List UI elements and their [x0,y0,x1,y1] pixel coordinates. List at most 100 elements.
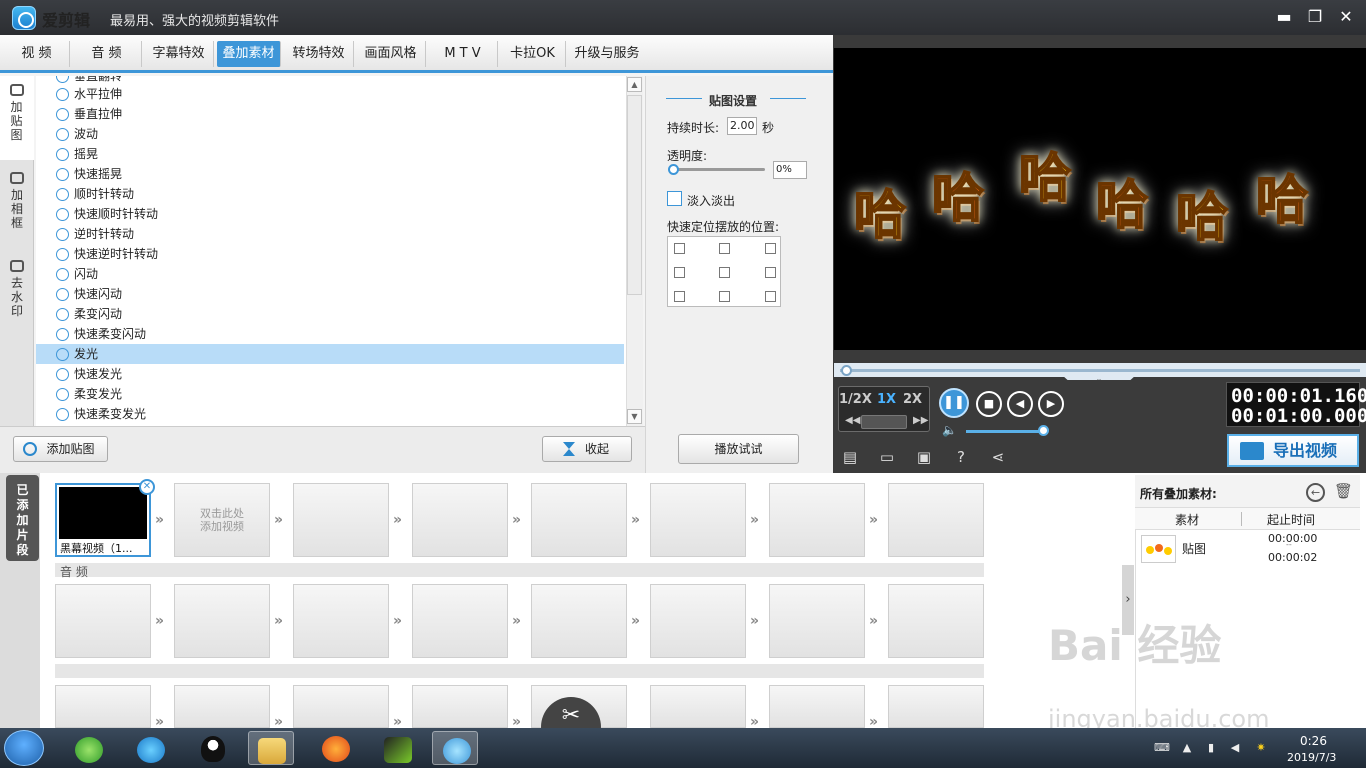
empty-clip-slot[interactable] [769,483,865,557]
volume-knob[interactable] [1038,425,1049,436]
position-bottom-center[interactable] [719,291,730,302]
track-slot[interactable] [293,685,389,728]
position-bottom-right[interactable] [765,291,776,302]
audio-slot[interactable] [888,584,984,658]
list-item[interactable]: 顺时针转动 [36,184,624,204]
list-item[interactable]: 逆时针转动 [36,224,624,244]
track-slot[interactable] [412,685,508,728]
stop-button[interactable]: ■ [976,391,1002,417]
list-item[interactable]: 快速发光 [36,364,624,384]
position-top-right[interactable] [765,243,776,254]
speed-double[interactable]: 2X [903,392,922,407]
preview-test-button[interactable]: 播放试试 [678,434,799,464]
new-project-icon[interactable]: ▤ [841,448,859,466]
audio-slot[interactable] [769,584,865,658]
track-slot[interactable] [55,685,151,728]
taskbar-app-firefox[interactable] [313,731,359,765]
list-item[interactable]: 波动 [36,124,624,144]
speaker-icon[interactable]: ◀ [1228,741,1242,755]
notification-icon[interactable]: ✷ [1254,741,1268,755]
track-slot[interactable] [769,685,865,728]
list-item[interactable]: 水平拉伸 [36,84,624,104]
position-middle-left[interactable] [674,267,685,278]
progress-knob[interactable] [841,365,852,376]
empty-clip-slot[interactable] [888,483,984,557]
clock-date[interactable]: 2019/7/3 [1287,751,1336,764]
audio-slot[interactable] [55,584,151,658]
list-item[interactable]: 快速柔变闪动 [36,324,624,344]
list-item[interactable]: 快速柔变发光 [36,404,624,424]
pause-button[interactable]: ❚❚ [939,388,969,418]
volume-icon[interactable]: 🔈 [942,423,957,437]
scroll-thumb[interactable] [627,95,642,295]
keyboard-icon[interactable]: ⌨ [1154,741,1170,755]
help-icon[interactable]: ? [952,448,970,466]
track-slot[interactable] [888,685,984,728]
list-item[interactable]: 垂直拉伸 [36,104,624,124]
list-item[interactable]: 快速摇晃 [36,164,624,184]
taskbar-app-player[interactable] [375,731,421,765]
opacity-input[interactable]: 0% [773,161,807,179]
position-top-center[interactable] [719,243,730,254]
taskbar-app-qq[interactable] [190,731,236,765]
list-item[interactable]: 闪动 [36,264,624,284]
tab-upgrade-services[interactable]: 升级与服务 [568,41,646,67]
audio-slot[interactable] [412,584,508,658]
list-item[interactable]: 摇晃 [36,144,624,164]
empty-clip-slot[interactable] [531,483,627,557]
start-button[interactable] [4,730,44,766]
maximize-button[interactable]: ❐ [1303,6,1327,28]
overlay-row[interactable]: 贴图 00:00:00 -- 00:00:02 [1136,531,1360,567]
tab-picture-style[interactable]: 画面风格 [356,41,426,67]
empty-clip-slot[interactable] [650,483,746,557]
list-item[interactable]: 快速闪动 [36,284,624,304]
collapse-button[interactable]: 收起 [542,436,632,462]
added-clips-tab[interactable]: 已添加片段 [6,475,39,561]
close-icon[interactable]: ✕ [139,479,155,495]
speed-half[interactable]: 1/2X [839,392,872,407]
next-frame-button[interactable]: ▶ [1038,391,1064,417]
side-tab-add-frame[interactable]: 加相框 [0,164,34,248]
track-slot[interactable] [174,685,270,728]
position-middle-right[interactable] [765,267,776,278]
tab-mtv[interactable]: M T V [428,41,498,67]
progress-track[interactable] [840,369,1360,372]
tab-audio[interactable]: 音 频 [72,41,142,67]
audio-slot[interactable] [531,584,627,658]
list-item[interactable]: 柔变闪动 [36,304,624,324]
scroll-up-icon[interactable]: ▲ [627,77,642,92]
add-sticker-button[interactable]: 添加贴图 [13,436,108,462]
audio-slot[interactable] [293,584,389,658]
rewind-icon[interactable]: ◀◀ [845,415,860,426]
scroll-down-icon[interactable]: ▼ [627,409,642,424]
clock-time[interactable]: 0:26 [1300,734,1327,748]
side-tab-add-sticker[interactable]: 加贴图 [0,76,34,160]
tab-video[interactable]: 视 频 [4,41,70,67]
taskbar-app-360[interactable] [66,731,112,765]
position-bottom-left[interactable] [674,291,685,302]
volume-slider[interactable] [966,430,1046,433]
minimize-button[interactable]: ▬ [1272,6,1296,28]
fast-forward-icon[interactable]: ▶▶ [913,415,928,426]
save-icon[interactable]: ▣ [915,448,933,466]
fade-checkbox[interactable] [667,191,682,206]
audio-slot[interactable] [174,584,270,658]
position-center[interactable] [719,267,730,278]
open-folder-icon[interactable]: ▭ [878,448,896,466]
taskbar-app-video[interactable] [128,731,174,765]
track-slot[interactable] [650,685,746,728]
tab-subtitle-effects[interactable]: 字幕特效 [144,41,214,67]
list-item[interactable]: 柔变发光 [36,384,624,404]
previous-frame-button[interactable]: ◀ [1007,391,1033,417]
position-top-left[interactable] [674,243,685,254]
share-icon[interactable]: ⋖ [989,448,1007,466]
undo-icon[interactable]: ← [1306,483,1325,502]
list-item-selected[interactable]: 发光 [36,344,624,364]
opacity-slider-knob[interactable] [668,164,679,175]
side-tab-remove-watermark[interactable]: 去水印 [0,252,34,336]
trash-icon[interactable]: 🗑 [1334,482,1353,502]
list-item[interactable]: 快速逆时针转动 [36,244,624,264]
taskbar-app-aijianji[interactable] [432,731,478,765]
audio-slot[interactable] [650,584,746,658]
close-button[interactable]: ✕ [1334,6,1358,28]
